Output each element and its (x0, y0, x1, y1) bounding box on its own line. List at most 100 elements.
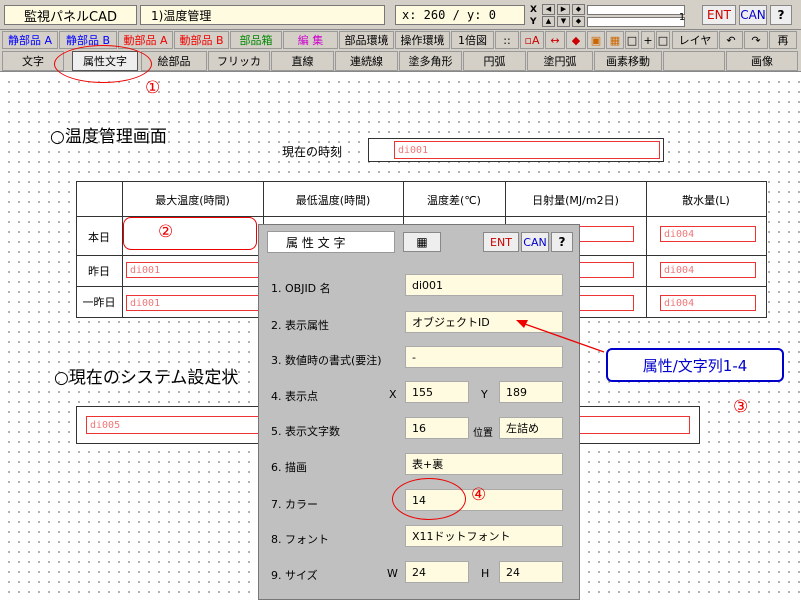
app-title: 監視パネルCAD (4, 5, 137, 25)
frame-icon[interactable]: ▣ (587, 31, 605, 49)
objid-input[interactable]: di001 (405, 274, 563, 296)
tool-filled-arc[interactable]: 塗円弧 (527, 51, 593, 71)
draw-mode-input[interactable]: 表+裏 (405, 453, 563, 475)
page-counter: 1 (678, 12, 686, 23)
x-scrollbar[interactable] (587, 4, 685, 15)
dialog-help-button[interactable]: ? (551, 232, 573, 252)
box-icon[interactable]: □ (625, 31, 639, 49)
title-bar: 監視パネルCAD 1)温度管理 x: 260 / y: 0 X ◀ ▶ ◆ Y … (0, 0, 801, 30)
grid-dots-icon[interactable]: :: (495, 31, 519, 49)
y-scrollbar[interactable] (587, 16, 685, 27)
y-up-arrow-icon[interactable]: ▲ (542, 16, 555, 27)
label-size: 9. サイズ (271, 569, 318, 582)
label-y: Y (481, 388, 488, 401)
row-label-today: 本日 (88, 231, 110, 244)
table-field-daybefore-water[interactable]: di004 (660, 295, 756, 311)
label-objid: 1. OBJID 名 (271, 282, 331, 295)
tool-polyline[interactable]: 連続線 (335, 51, 398, 71)
operation-env-button[interactable]: 操作環境 (395, 31, 450, 49)
annotation-number-4: ④ (471, 485, 487, 505)
table-field-today-water[interactable]: di004 (660, 226, 756, 242)
zoom-1x-button[interactable]: 1倍図 (451, 31, 494, 49)
char-count-input[interactable]: 16 (405, 417, 469, 439)
label-draw: 6. 描画 (271, 461, 307, 474)
tool-flicker[interactable]: フリッカ (208, 51, 270, 71)
current-time-label: 現在の時刻 (282, 145, 343, 159)
xy-scroll-controls[interactable]: X ◀ ▶ ◆ Y ▲ ▼ ◆ (530, 2, 685, 28)
annotation-number-2: ② (158, 222, 174, 242)
font-input[interactable]: X11ドットフォント (405, 525, 563, 547)
table-field-yesterday-water[interactable]: di004 (660, 262, 756, 278)
x-left-arrow-icon[interactable]: ◀ (542, 4, 555, 15)
plus-icon[interactable]: + (641, 31, 655, 49)
redo-icon[interactable]: ↷ (744, 31, 768, 49)
heading-temperature-screen: ○温度管理画面 (50, 127, 167, 147)
table-field-today-solar[interactable] (578, 226, 634, 242)
tool-filled-polygon[interactable]: 塗多角形 (399, 51, 462, 71)
label-w: W (387, 567, 398, 580)
help-button[interactable]: ? (770, 5, 792, 25)
annotation-box-2 (123, 217, 257, 250)
tool-pixel-move[interactable]: 画素移動 (594, 51, 662, 71)
dialog-can-button[interactable]: CAN (521, 232, 549, 252)
x-scroll-label: X (530, 4, 537, 15)
annotation-number-3: ③ (733, 397, 749, 417)
annotation-number-1: ① (145, 78, 161, 98)
layer-button[interactable]: レイヤ (672, 31, 718, 49)
tool-image[interactable]: 画像 (726, 51, 798, 71)
y-step-icon[interactable]: ◆ (572, 16, 585, 27)
heading-system-settings: ○現在のシステム設定状 (54, 368, 239, 388)
ent-button[interactable]: ENT (702, 5, 736, 25)
col-header-water: 散水量(L) (682, 194, 730, 207)
screen-name: 1)温度管理 (140, 5, 385, 25)
label-display-attribute: 2. 表示属性 (271, 319, 329, 332)
label-char-count: 5. 表示文字数 (271, 425, 340, 438)
undo-icon[interactable]: ↶ (719, 31, 743, 49)
label-h: H (481, 567, 490, 580)
position-select[interactable]: 左詰め (499, 417, 563, 439)
arrows-icon[interactable]: ↔ (545, 31, 565, 49)
row-label-day-before: 一昨日 (82, 296, 116, 309)
table-field-yesterday-max[interactable]: di001 (126, 262, 260, 278)
callout-attribute-string: 属性/文字列1-4 (606, 348, 784, 382)
annotation-circle-4 (392, 478, 466, 520)
x-step-icon[interactable]: ◆ (572, 4, 585, 15)
x-right-arrow-icon[interactable]: ▶ (557, 4, 570, 15)
y-down-arrow-icon[interactable]: ▼ (557, 16, 570, 27)
parts-env-button[interactable]: 部品環境 (339, 31, 394, 49)
display-y-input[interactable]: 189 (499, 381, 563, 403)
size-w-input[interactable]: 24 (405, 561, 469, 583)
label-font: 8. フォント (271, 533, 329, 546)
diamond-icon[interactable]: ◆ (566, 31, 586, 49)
dialog-title: 属 性 文 字 (267, 231, 395, 253)
annotation-circle-1 (54, 45, 152, 83)
cursor-coordinates: x: 260 / y: 0 (395, 5, 525, 25)
label-display-point: 4. 表示点 (271, 390, 318, 403)
current-time-field[interactable]: di001 (394, 141, 660, 159)
parts-box-button[interactable]: 部品箱 (230, 31, 282, 49)
tool-blank[interactable] (663, 51, 725, 71)
display-x-input[interactable]: 155 (405, 381, 469, 403)
attribute-text-dialog: 属 性 文 字 ▦ ENT CAN ? 1. OBJID 名 di001 2. … (258, 224, 580, 600)
dynamic-part-b-button[interactable]: 動部品 B (174, 31, 229, 49)
can-button[interactable]: CAN (739, 5, 767, 25)
dialog-ent-button[interactable]: ENT (483, 232, 519, 252)
label-position: 位置 (473, 428, 493, 439)
pattern-icon[interactable]: ▦ (606, 31, 624, 49)
text-attr-icon[interactable]: ▫A (520, 31, 544, 49)
table-field-daybefore-solar[interactable] (578, 295, 634, 311)
redraw-button[interactable]: 再 (769, 31, 797, 49)
square-icon[interactable]: □ (656, 31, 670, 49)
table-field-yesterday-solar[interactable] (578, 262, 634, 278)
col-header-max-temp: 最大温度(時間) (155, 194, 230, 207)
table-field-daybefore-max[interactable]: di001 (126, 295, 260, 311)
size-h-input[interactable]: 24 (499, 561, 563, 583)
tool-line[interactable]: 直線 (271, 51, 334, 71)
display-attribute-input[interactable]: オブジェクトID (405, 311, 563, 333)
tool-arc[interactable]: 円弧 (463, 51, 526, 71)
dialog-pattern-icon[interactable]: ▦ (403, 232, 441, 252)
edit-button[interactable]: 編 集 (283, 31, 338, 49)
label-color: 7. カラー (271, 498, 318, 511)
number-format-input[interactable]: - (405, 346, 563, 368)
static-part-a-button[interactable]: 静部品 A (2, 31, 58, 49)
